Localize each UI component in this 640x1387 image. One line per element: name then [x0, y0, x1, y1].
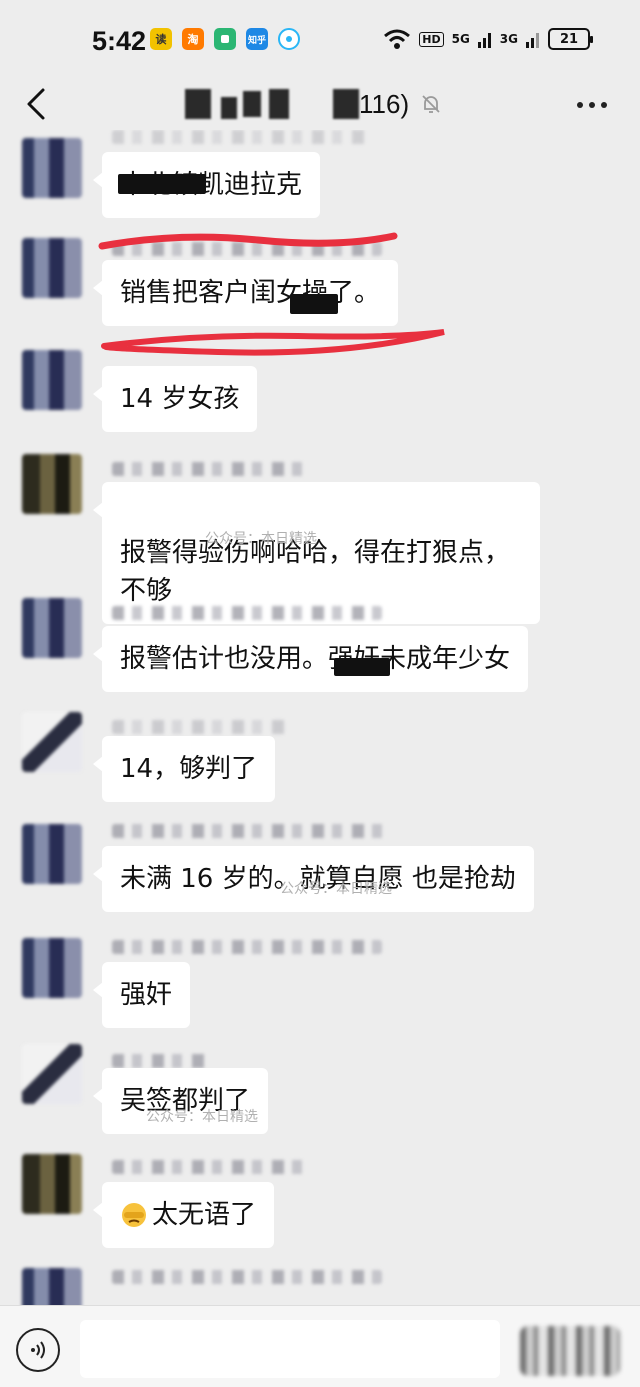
redacted-group-name	[269, 89, 289, 119]
watermark: 公众号：本日精选	[280, 881, 392, 897]
facepalm-emoji-icon	[122, 1203, 146, 1227]
mute-bell-icon	[422, 95, 440, 113]
watermark: 公众号：本日精选	[146, 1109, 258, 1125]
redacted-input-actions	[520, 1326, 620, 1376]
redacted-group-name	[221, 97, 237, 119]
message-input[interactable]	[80, 1320, 500, 1378]
more-options-button[interactable]	[572, 90, 612, 120]
zhihu-app-icon: 知乎	[246, 28, 268, 50]
redaction-bar	[118, 174, 206, 194]
battery-indicator: 21	[548, 28, 593, 50]
status-bar: 5:42 读 淘 知乎 HD 5G 3G 21	[0, 0, 640, 80]
chat-title: 116)	[185, 86, 443, 122]
signal-3g-icon	[526, 33, 539, 48]
sender-name	[112, 720, 292, 734]
sender-name	[112, 606, 382, 620]
sender-name	[112, 940, 382, 954]
sender-name	[112, 130, 372, 144]
avatar[interactable]	[22, 938, 82, 998]
back-button[interactable]	[18, 84, 54, 124]
message-bubble[interactable]: 14 岁女孩	[92, 366, 258, 432]
message-bubble[interactable]: 报警估计也没用。强奸未成年少女	[92, 626, 529, 692]
avatar[interactable]	[22, 1044, 82, 1104]
avatar[interactable]	[22, 350, 82, 410]
redacted-group-name	[333, 89, 359, 119]
message-text: 报警估计也没用。强奸未成年少女	[120, 644, 511, 674]
message-text: 14 岁女孩	[120, 384, 240, 414]
notification-app-icons: 读 淘 知乎	[150, 28, 300, 50]
red-scribble-bottom	[101, 329, 445, 356]
taobao-app-icon: 淘	[182, 28, 204, 50]
wifi-icon	[384, 29, 411, 49]
message-list[interactable]: 中北镇凯迪拉克 销售把客户闺女操了。 14 岁女孩 报警得验伤啊哈哈，得在打狠点…	[0, 130, 640, 1305]
avatar[interactable]	[22, 454, 82, 514]
battery-level: 21	[559, 31, 579, 47]
avatar[interactable]	[22, 238, 82, 298]
redacted-group-name	[185, 89, 211, 119]
chat-screen: 5:42 读 淘 知乎 HD 5G 3G 21 116) 中北镇凯迪拉克 销售把…	[0, 0, 640, 1387]
redacted-group-name	[243, 91, 261, 117]
redaction-bar	[334, 658, 390, 676]
message-bubble[interactable]: 14，够判了	[92, 736, 276, 802]
voice-input-button[interactable]	[16, 1328, 60, 1372]
3g-label: 3G	[499, 32, 518, 46]
circle-app-icon	[278, 28, 300, 50]
signal-5g-icon	[477, 33, 491, 48]
status-time: 5:42	[92, 26, 147, 56]
avatar[interactable]	[22, 712, 82, 772]
sender-name	[112, 1054, 212, 1068]
sender-name	[112, 1270, 382, 1284]
message-text: 太无语了	[152, 1200, 257, 1230]
message-text: 销售把客户闺女操了。	[120, 278, 381, 308]
redaction-bar	[290, 294, 338, 314]
more-dot-icon	[589, 102, 595, 108]
avatar[interactable]	[22, 598, 82, 658]
message-bubble[interactable]: 报警得验伤啊哈哈，得在打狠点， 不够	[93, 482, 540, 624]
message-bubble[interactable]: 销售把客户闺女操了。	[92, 260, 399, 326]
input-bar	[0, 1305, 640, 1387]
chat-header: 116)	[0, 80, 640, 130]
watermark: 公众号：本日精选	[205, 531, 317, 547]
sender-name	[112, 824, 392, 838]
avatar[interactable]	[22, 824, 82, 884]
avatar[interactable]	[22, 1268, 82, 1305]
more-dot-icon	[577, 102, 583, 108]
status-indicators: HD 5G 3G 21	[383, 28, 593, 50]
avatar[interactable]	[22, 1154, 82, 1214]
avatar[interactable]	[22, 138, 82, 198]
member-count: 116)	[359, 88, 410, 119]
more-dot-icon	[601, 102, 607, 108]
wechat-read-app-icon	[214, 28, 236, 50]
back-arrow-icon	[27, 88, 45, 120]
message-text: 14，够判了	[120, 754, 258, 784]
message-text: 强奸	[120, 980, 173, 1010]
message-bubble[interactable]: 强奸	[92, 962, 191, 1028]
message-text: 报警得验伤啊哈哈，得在打狠点， 不够	[120, 538, 511, 606]
sender-name	[112, 1160, 307, 1174]
sender-name	[112, 462, 312, 476]
hd-label: HD	[419, 31, 444, 47]
voice-icon	[31, 1341, 45, 1359]
message-bubble[interactable]: 太无语了	[92, 1182, 275, 1248]
reader-app-icon: 读	[150, 28, 172, 50]
5g-label: 5G	[451, 32, 470, 46]
red-scribble-top	[98, 232, 398, 250]
